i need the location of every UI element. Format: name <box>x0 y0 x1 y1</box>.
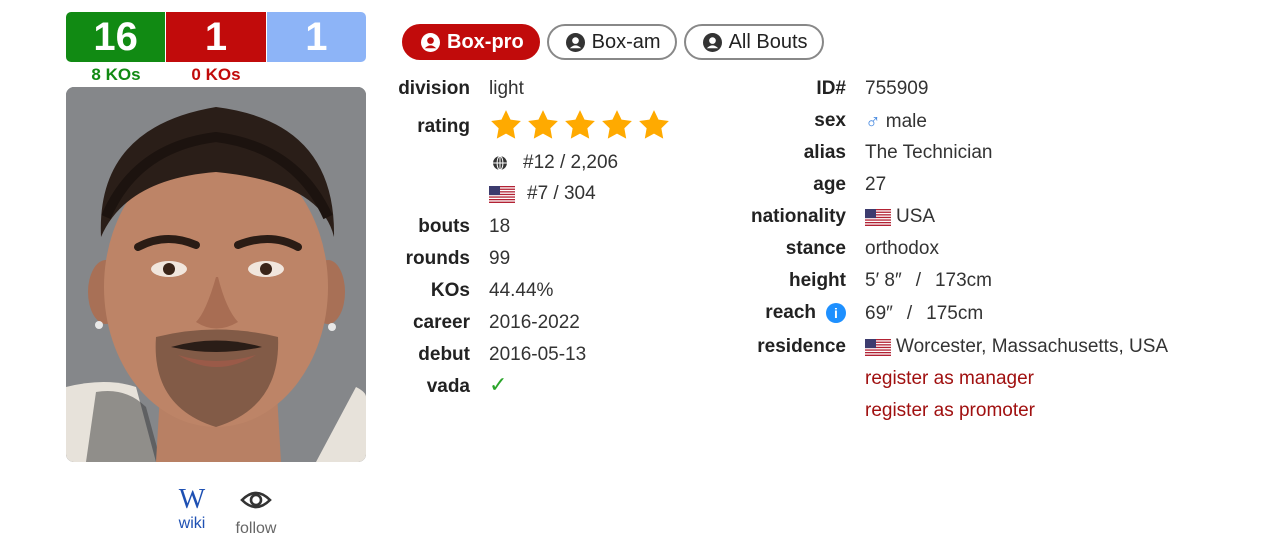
rounds-label: rounds <box>405 248 470 269</box>
us-flag-icon <box>865 208 891 226</box>
world-rank-value: #12 / 2,206 <box>523 152 619 173</box>
star-icon <box>565 110 595 139</box>
star-icon <box>639 110 669 139</box>
alias-value: The Technician <box>865 142 993 163</box>
reach-imperial: 69″ <box>865 303 893 324</box>
user-circle-icon <box>565 32 585 52</box>
star-icon <box>491 110 521 139</box>
eye-icon <box>240 491 272 509</box>
reach-label-group: reach i <box>765 302 846 324</box>
nationality-text: USA <box>896 206 936 227</box>
debut-label: debut <box>418 344 470 365</box>
star-icon <box>602 110 632 139</box>
id-value: 755909 <box>865 78 929 99</box>
register-manager-link[interactable]: register as manager <box>865 368 1034 390</box>
height-metric: 173cm <box>934 270 993 291</box>
rounds-value: 99 <box>489 248 511 269</box>
debut-value: 2016-05-13 <box>489 344 587 365</box>
losses-count: 1 <box>165 12 266 62</box>
rating-label: rating <box>417 116 470 137</box>
stance-value: orthodox <box>865 238 939 259</box>
user-circle-icon <box>421 32 440 52</box>
win-kos: 8 KOs <box>91 65 141 84</box>
star-icon <box>528 110 558 139</box>
nationality-label: nationality <box>750 206 846 227</box>
career-label: career <box>412 312 470 333</box>
country-rank-value: #7 / 304 <box>527 183 596 204</box>
reach-separator: / <box>906 303 913 324</box>
wikipedia-icon: W <box>178 484 206 515</box>
career-value: 2016-2022 <box>489 312 580 333</box>
rating-stars <box>489 108 671 142</box>
male-icon: ♂ <box>865 110 881 133</box>
tab-label: All Bouts <box>728 30 808 53</box>
residence-text: Worcester, Massachusetts, USA <box>896 336 1169 357</box>
info-icon[interactable]: i <box>826 303 846 323</box>
division-label: division <box>398 78 470 99</box>
tab-box-pro[interactable]: Box-pro <box>402 24 540 60</box>
wiki-label: wiki <box>178 515 206 532</box>
age-label: age <box>813 174 846 195</box>
reach-value: 69″ / 175cm <box>865 303 983 325</box>
sex-text: male <box>885 111 927 132</box>
id-label: ID# <box>816 78 846 99</box>
stance-label: stance <box>785 238 846 259</box>
tab-all-bouts[interactable]: All Bouts <box>683 24 824 60</box>
loss-kos: 0 KOs <box>191 65 241 84</box>
globe-icon <box>493 155 507 171</box>
tab-label: Box-am <box>591 30 661 53</box>
world-rank[interactable]: #12 / 2,206 <box>489 152 618 174</box>
sex-label: sex <box>814 110 846 131</box>
boxer-photo <box>66 87 366 462</box>
follow-label: follow <box>235 520 277 537</box>
residence-value[interactable]: Worcester, Massachusetts, USA <box>865 336 1168 358</box>
division-value: light <box>489 78 524 99</box>
bouts-label: bouts <box>418 216 470 237</box>
us-flag-icon <box>489 185 515 203</box>
reach-label: reach <box>765 302 816 323</box>
reach-metric: 175cm <box>926 303 984 324</box>
country-rank[interactable]: #7 / 304 <box>489 183 596 205</box>
sex-value: ♂ male <box>865 110 927 134</box>
tab-label: Box-pro <box>447 30 524 53</box>
height-imperial: 5′ 8″ <box>865 270 902 291</box>
alias-label: alias <box>803 142 846 163</box>
user-circle-icon <box>702 32 722 52</box>
draws-count: 1 <box>265 12 366 62</box>
register-promoter-link[interactable]: register as promoter <box>865 400 1035 422</box>
nationality-value[interactable]: USA <box>865 206 935 228</box>
record-type-tabs: Box-pro Box-am All Bouts <box>402 24 824 60</box>
residence-label: residence <box>757 336 846 357</box>
vada-check-icon: ✓ <box>489 372 508 397</box>
wins-count: 16 <box>66 12 166 62</box>
record-boxes: 16 1 1 <box>66 12 366 62</box>
height-value: 5′ 8″ / 173cm <box>865 270 992 292</box>
height-separator: / <box>915 270 921 291</box>
height-label: height <box>789 270 846 291</box>
kos-label: KOs <box>430 280 470 301</box>
us-flag-icon <box>865 338 891 356</box>
wiki-link[interactable]: W wiki <box>172 486 212 533</box>
follow-link[interactable]: follow <box>228 486 284 538</box>
vada-label: vada <box>426 376 470 397</box>
kos-value: 44.44% <box>489 280 554 301</box>
age-value: 27 <box>865 174 887 195</box>
bouts-value: 18 <box>489 216 511 237</box>
tab-box-am[interactable]: Box-am <box>546 24 677 60</box>
